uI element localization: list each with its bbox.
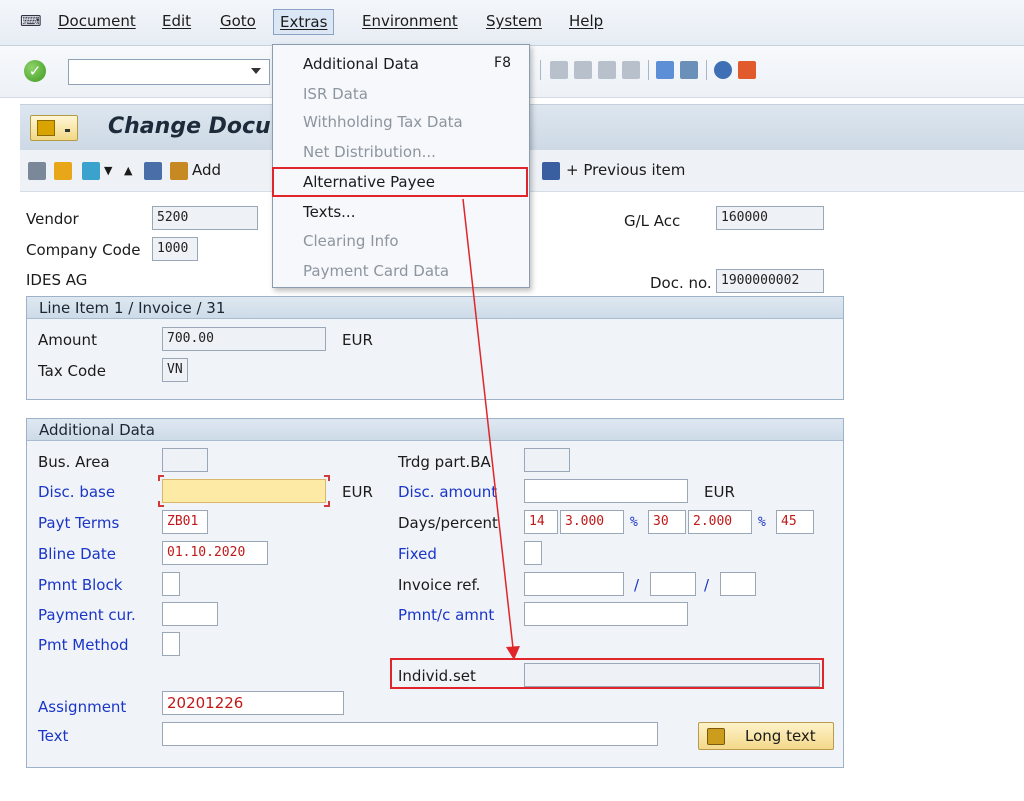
arrow-head (506, 646, 520, 660)
arrow-line (462, 198, 514, 649)
annotation-arrow (462, 198, 520, 660)
